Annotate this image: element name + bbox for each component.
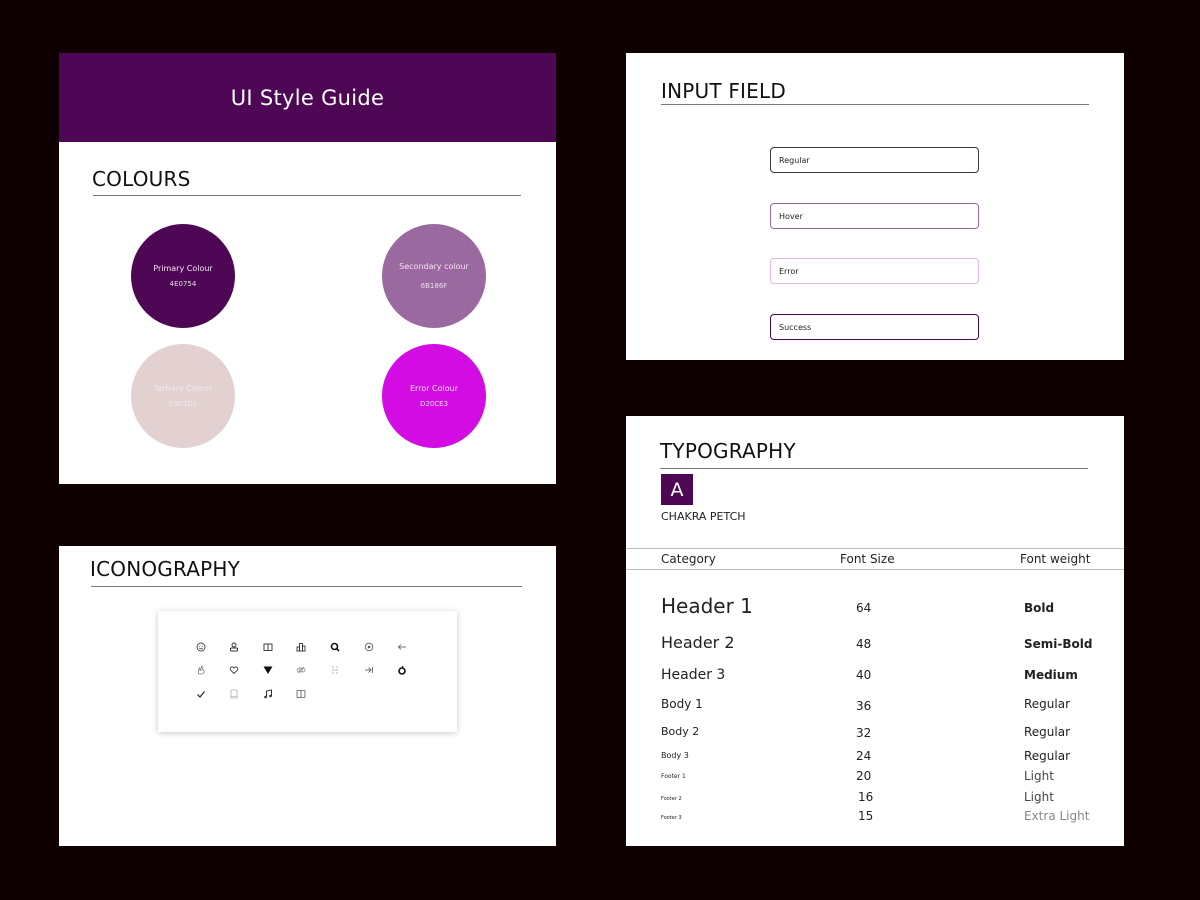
colours-panel: UI Style Guide COLOURS Primary Colour 4E… — [59, 53, 556, 484]
swatch-name: Tertiary Colour — [153, 384, 213, 393]
swatch-name: Primary Colour — [153, 264, 213, 273]
swatch-primary: Primary Colour 4E0754 — [131, 224, 235, 328]
type-size: 32 — [856, 726, 872, 740]
buildings-icon — [295, 641, 307, 653]
type-category: Body 2 — [661, 725, 700, 738]
typography-panel: TYPOGRAPHY A CHAKRA PETCH Category Font … — [626, 416, 1124, 846]
music-note-icon — [262, 688, 274, 700]
type-size: 24 — [856, 749, 872, 763]
input-error-label: Error — [779, 266, 799, 276]
swatch-hex: D20CE3 — [419, 400, 449, 408]
link-icon — [295, 664, 307, 676]
input-success-label: Success — [779, 322, 812, 332]
iconography-section-title: ICONOGRAPHY — [90, 557, 241, 581]
input-regular-label: Regular — [779, 155, 810, 165]
swatch-hex: E3D1D1 — [168, 400, 198, 408]
swatch-secondary: Secondary colour 6B186F — [382, 224, 486, 328]
type-table-header: Category Font Size Font weight — [626, 548, 1124, 570]
type-category: Header 2 — [661, 633, 735, 652]
type-weight: Light — [1024, 769, 1054, 783]
input-success[interactable]: Success — [770, 314, 979, 340]
header-category: Category — [661, 552, 716, 566]
tablet-icon — [228, 688, 240, 700]
header-font-size: Font Size — [840, 552, 895, 566]
swatch-error: Error Colour D20CE3 — [382, 344, 486, 448]
type-category: Header 1 — [661, 594, 753, 618]
triangle-down-icon — [262, 664, 274, 676]
arrow-left-icon — [396, 641, 408, 653]
check-icon — [195, 688, 207, 700]
type-weight: Medium — [1024, 668, 1078, 682]
type-weight: Extra Light — [1024, 809, 1090, 823]
input-hover[interactable]: Hover — [770, 203, 979, 229]
type-weight: Light — [1024, 790, 1054, 804]
type-size: 16 — [858, 790, 874, 804]
book-icon — [295, 688, 307, 700]
type-weight: Regular — [1024, 697, 1071, 711]
swatch-name: Secondary colour — [399, 262, 469, 271]
type-category: Footer 3 — [661, 815, 682, 821]
type-size: 40 — [856, 668, 872, 682]
swatch-hex: 6B186F — [420, 282, 448, 290]
fire-icon — [195, 664, 207, 676]
colours-section-title: COLOURS — [92, 167, 191, 191]
icon-set-card — [158, 611, 457, 732]
typography-divider — [660, 468, 1088, 469]
type-weight: Semi-Bold — [1024, 637, 1093, 651]
type-category: Header 3 — [661, 667, 726, 683]
input-error[interactable]: Error — [770, 258, 979, 284]
swatch-hex: 4E0754 — [169, 280, 197, 288]
radio-target-icon — [363, 641, 375, 653]
type-category: Body 3 — [661, 751, 689, 760]
type-weight: Bold — [1024, 601, 1055, 615]
type-weight: Regular — [1024, 749, 1071, 763]
iconography-divider — [91, 586, 522, 587]
type-size: 15 — [858, 809, 874, 823]
smiley-icon — [195, 641, 207, 653]
colours-divider — [93, 195, 521, 196]
type-size: 20 — [856, 769, 872, 783]
search-icon — [329, 641, 341, 653]
iconography-panel: ICONOGRAPHY — [59, 546, 556, 846]
input-field-panel: INPUT FIELD Regular Hover Error Success — [626, 53, 1124, 360]
typeface-badge: A — [661, 474, 693, 505]
type-weight: Regular — [1024, 725, 1071, 739]
swatch-name: Error Colour — [410, 384, 458, 393]
apple-icon — [396, 664, 408, 676]
heart-icon — [228, 664, 240, 676]
style-guide-banner: UI Style Guide — [59, 53, 556, 142]
type-category: Footer 2 — [661, 796, 682, 802]
typeface-name: CHAKRA PETCH — [661, 510, 746, 523]
input-divider — [661, 104, 1089, 105]
book-open-icon — [262, 641, 274, 653]
user-icon — [228, 641, 240, 653]
header-font-weight: Font weight — [1020, 552, 1091, 566]
input-hover-label: Hover — [779, 211, 803, 221]
type-size: 64 — [856, 601, 872, 615]
swatch-tertiary: Tertiary Colour E3D1D1 — [131, 344, 235, 448]
grid-dots-icon — [329, 664, 341, 676]
input-section-title: INPUT FIELD — [661, 79, 786, 103]
input-regular[interactable]: Regular — [770, 147, 979, 173]
type-category: Body 1 — [661, 697, 703, 711]
style-guide-title: UI Style Guide — [230, 85, 385, 110]
type-size: 48 — [856, 637, 872, 651]
type-category: Footer 1 — [661, 773, 686, 780]
typography-section-title: TYPOGRAPHY — [660, 439, 796, 463]
type-size: 36 — [856, 699, 872, 713]
arrow-right-to-line-icon — [363, 664, 375, 676]
